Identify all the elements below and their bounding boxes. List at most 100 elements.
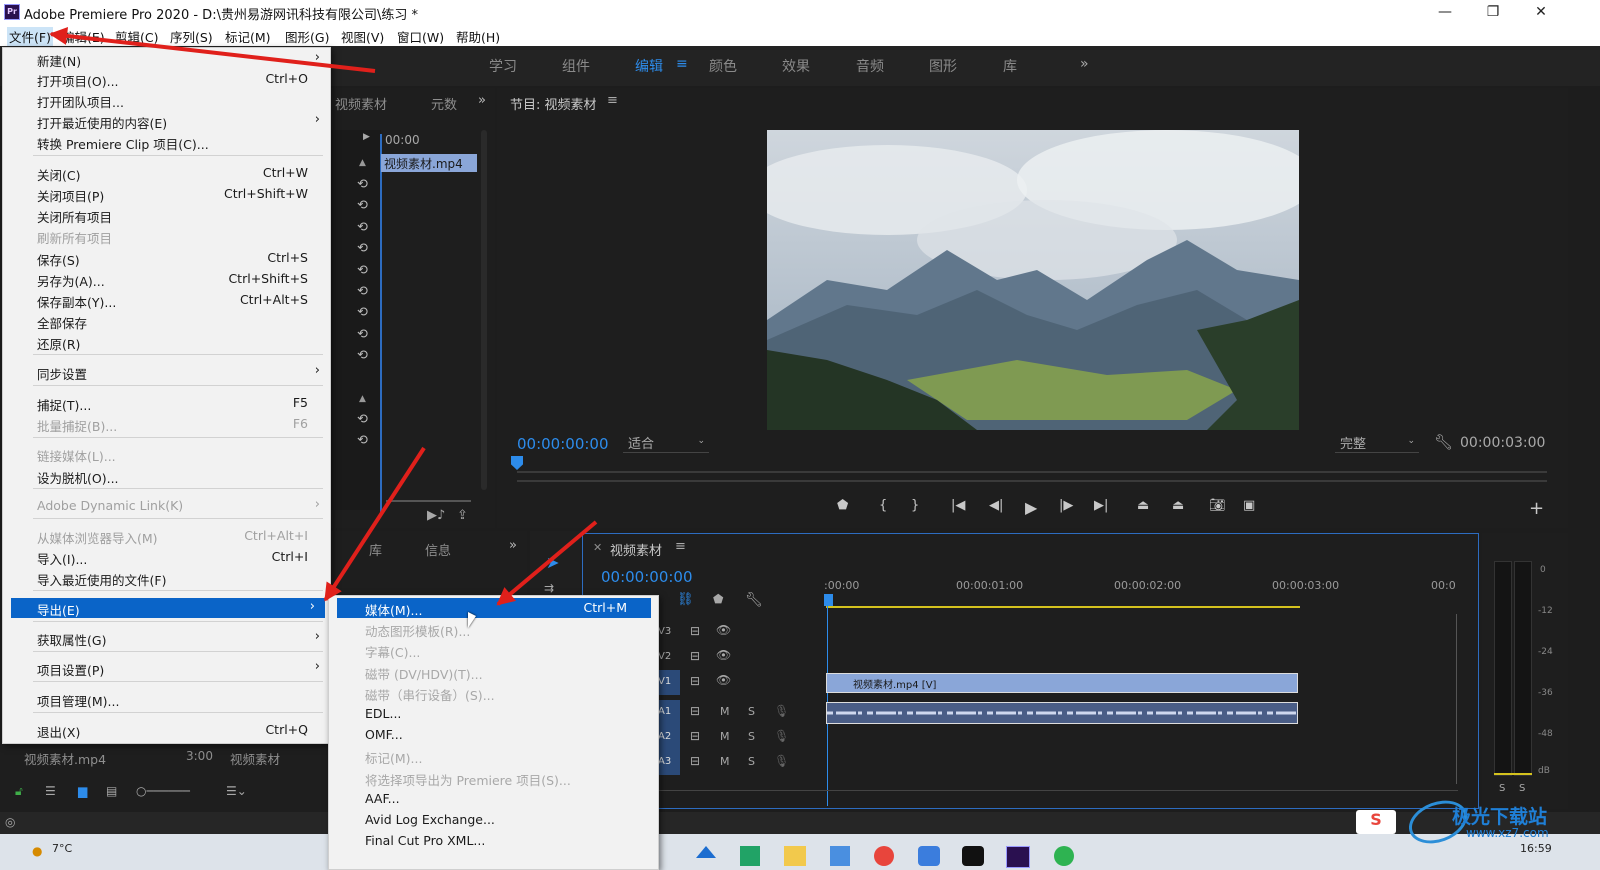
track-label[interactable]: V2 <box>658 651 671 662</box>
file-menu-item-close-all-projects[interactable]: 关闭所有项目 <box>3 205 330 225</box>
step-back-icon[interactable]: ◀| <box>989 498 1003 513</box>
export-frame-camera-icon[interactable]: 📷︎ <box>1209 498 1226 513</box>
panel-more-icon-2[interactable]: » <box>509 538 517 553</box>
file-menu-item-revert[interactable]: 还原(R) <box>3 332 330 352</box>
expand-arrow-icon[interactable]: ▶ <box>363 132 370 142</box>
workspace-learn[interactable]: 学习 <box>489 56 517 76</box>
workspace-audio[interactable]: 音频 <box>856 56 884 76</box>
collapse-arrow-icon[interactable]: ▲ <box>359 158 366 168</box>
close-button[interactable]: ✕ <box>1521 2 1561 22</box>
export-frame-icon[interactable]: ⇪ <box>457 508 468 523</box>
menu-help[interactable]: 帮助(H) <box>456 27 500 46</box>
meter-solo-left[interactable]: S <box>1499 783 1505 794</box>
minimize-button[interactable]: — <box>1425 2 1465 22</box>
file-menu-item-project-manager[interactable]: 项目管理(M)... <box>3 689 330 709</box>
premiere-taskbar-icon[interactable] <box>1006 846 1030 868</box>
extract-icon[interactable]: ⏏ <box>1172 498 1184 513</box>
export-menu-item-edl[interactable]: EDL... <box>329 704 658 724</box>
program-playhead[interactable] <box>511 456 523 470</box>
track-label[interactable]: A2 <box>658 731 671 742</box>
close-tab-icon[interactable]: ✕ <box>593 541 602 554</box>
program-scrubber[interactable] <box>517 471 1547 473</box>
file-menu-item-open-recent[interactable]: 打开最近使用的内容(E) › <box>3 111 330 131</box>
source-scrollbar[interactable] <box>481 130 487 490</box>
play-icon[interactable]: ▶ <box>1025 498 1037 517</box>
taskbar-app-icon[interactable] <box>918 846 940 866</box>
comparison-view-icon[interactable]: ▣ <box>1243 498 1255 513</box>
file-menu-item-open-team-project[interactable]: 打开团队项目... <box>3 90 330 110</box>
wrench-icon[interactable]: 🔧︎ <box>1434 433 1453 451</box>
microphone-icon[interactable]: 🎙︎ <box>774 704 789 718</box>
file-menu-item-save-all[interactable]: 全部保存 <box>3 311 330 331</box>
track-label[interactable]: A1 <box>658 706 671 717</box>
toggle-sync-lock-icon[interactable]: ⊟ <box>690 624 700 638</box>
toggle-sync-lock-icon[interactable]: ⊟ <box>690 674 700 688</box>
mark-out-icon[interactable]: } <box>911 498 919 513</box>
audio-clip[interactable] <box>826 702 1298 724</box>
add-button-icon[interactable]: + <box>1529 498 1544 519</box>
track-label[interactable]: V1 <box>658 676 671 687</box>
timeline-playhead-head[interactable] <box>824 594 833 606</box>
play-audio-icon[interactable]: ▶♪ <box>427 508 445 523</box>
export-menu-item-final-cut-pro-xml[interactable]: Final Cut Pro XML... <box>329 831 658 851</box>
reset-icons-2[interactable]: ⟲ ⟲ <box>357 409 368 452</box>
workspace-effects[interactable]: 效果 <box>782 56 810 76</box>
timeline-vertical-scrollbar[interactable] <box>1456 614 1464 784</box>
file-menu-item-open-project[interactable]: 打开项目(O)... Ctrl+O <box>3 69 330 89</box>
work-area-bar[interactable] <box>826 606 1300 608</box>
taskbar-app-icon[interactable] <box>1054 846 1074 866</box>
menu-sequence[interactable]: 序列(S) <box>170 27 213 46</box>
toggle-sync-lock-icon[interactable]: ⊟ <box>690 649 700 663</box>
add-marker-icon[interactable]: ⬟ <box>837 498 848 513</box>
file-menu-item-exit[interactable]: 退出(X) Ctrl+Q <box>3 720 330 740</box>
export-menu-item-aaf[interactable]: AAF... <box>329 789 658 809</box>
folder-icon[interactable] <box>784 846 806 866</box>
calendar-icon[interactable] <box>830 846 850 866</box>
freeform-view-icon[interactable]: ▤ <box>106 784 117 798</box>
program-timecode[interactable]: 00:00:00:00 <box>517 435 609 453</box>
file-menu-item-sync-settings[interactable]: 同步设置 › <box>3 362 330 382</box>
file-menu-item-get-properties[interactable]: 获取属性(G) › <box>3 628 330 648</box>
file-menu-item-save-copy[interactable]: 保存副本(Y)... Ctrl+Alt+S <box>3 290 330 310</box>
linked-selection-icon[interactable]: ⛓︎ <box>677 592 694 607</box>
eye-icon[interactable]: 👁︎ <box>716 623 731 637</box>
workspace-menu-icon[interactable]: ≡ <box>676 56 688 72</box>
file-menu-item-import[interactable]: 导入(I)... Ctrl+I <box>3 547 330 567</box>
track-label[interactable]: A3 <box>658 756 671 767</box>
source-clip[interactable]: 视频素材.mp4 <box>381 154 477 172</box>
sort-icon[interactable]: ☰⌄ <box>226 784 247 798</box>
workspace-assembly[interactable]: 组件 <box>562 56 590 76</box>
chrome-icon[interactable] <box>874 846 894 866</box>
file-menu-item-save-as[interactable]: 另存为(A)... Ctrl+Shift+S <box>3 269 330 289</box>
taskbar-app-icon[interactable] <box>962 846 984 866</box>
step-forward-icon[interactable]: |▶ <box>1059 498 1073 513</box>
program-zoom-bar[interactable] <box>517 480 1547 482</box>
timeline-settings-icon[interactable]: 🔧︎ <box>745 592 763 608</box>
meter-solo-right[interactable]: S <box>1519 783 1525 794</box>
solo-button[interactable]: S <box>748 730 755 743</box>
menu-graphics[interactable]: 图形(G) <box>285 27 329 46</box>
track-label[interactable]: V3 <box>658 626 671 637</box>
solo-button[interactable]: S <box>748 705 755 718</box>
quality-dropdown[interactable]: 完整 ⌄ <box>1335 433 1419 453</box>
workspace-editing[interactable]: 编辑 <box>635 56 663 76</box>
panel-more-icon[interactable]: » <box>478 93 486 108</box>
tab-libraries[interactable]: 库 <box>369 540 382 559</box>
workspace-libraries[interactable]: 库 <box>1003 56 1017 76</box>
mute-button[interactable]: M <box>720 755 730 768</box>
file-menu-item-capture[interactable]: 捕捉(T)... F5 <box>3 393 330 413</box>
add-marker-icon-2[interactable]: ⬟ <box>713 592 723 606</box>
lock-icon[interactable]: 🔓︎ <box>15 784 23 799</box>
workspace-more-icon[interactable]: » <box>1080 56 1089 72</box>
file-menu-item-export[interactable]: 导出(E) › <box>11 598 325 618</box>
taskbar-app-icon[interactable] <box>696 846 716 858</box>
microphone-icon[interactable]: 🎙︎ <box>774 729 789 743</box>
export-menu-item-omf[interactable]: OMF... <box>329 725 658 745</box>
menu-marker[interactable]: 标记(M) <box>225 27 271 46</box>
microphone-icon[interactable]: 🎙︎ <box>774 754 789 768</box>
workspace-color[interactable]: 颜色 <box>709 56 737 76</box>
timeline-timecode[interactable]: 00:00:00:00 <box>601 568 693 586</box>
file-menu-item-save[interactable]: 保存(S) Ctrl+S <box>3 248 330 268</box>
menu-window[interactable]: 窗口(W) <box>397 27 444 46</box>
file-menu-item-import-recent-file[interactable]: 导入最近使用的文件(F) <box>3 568 330 588</box>
